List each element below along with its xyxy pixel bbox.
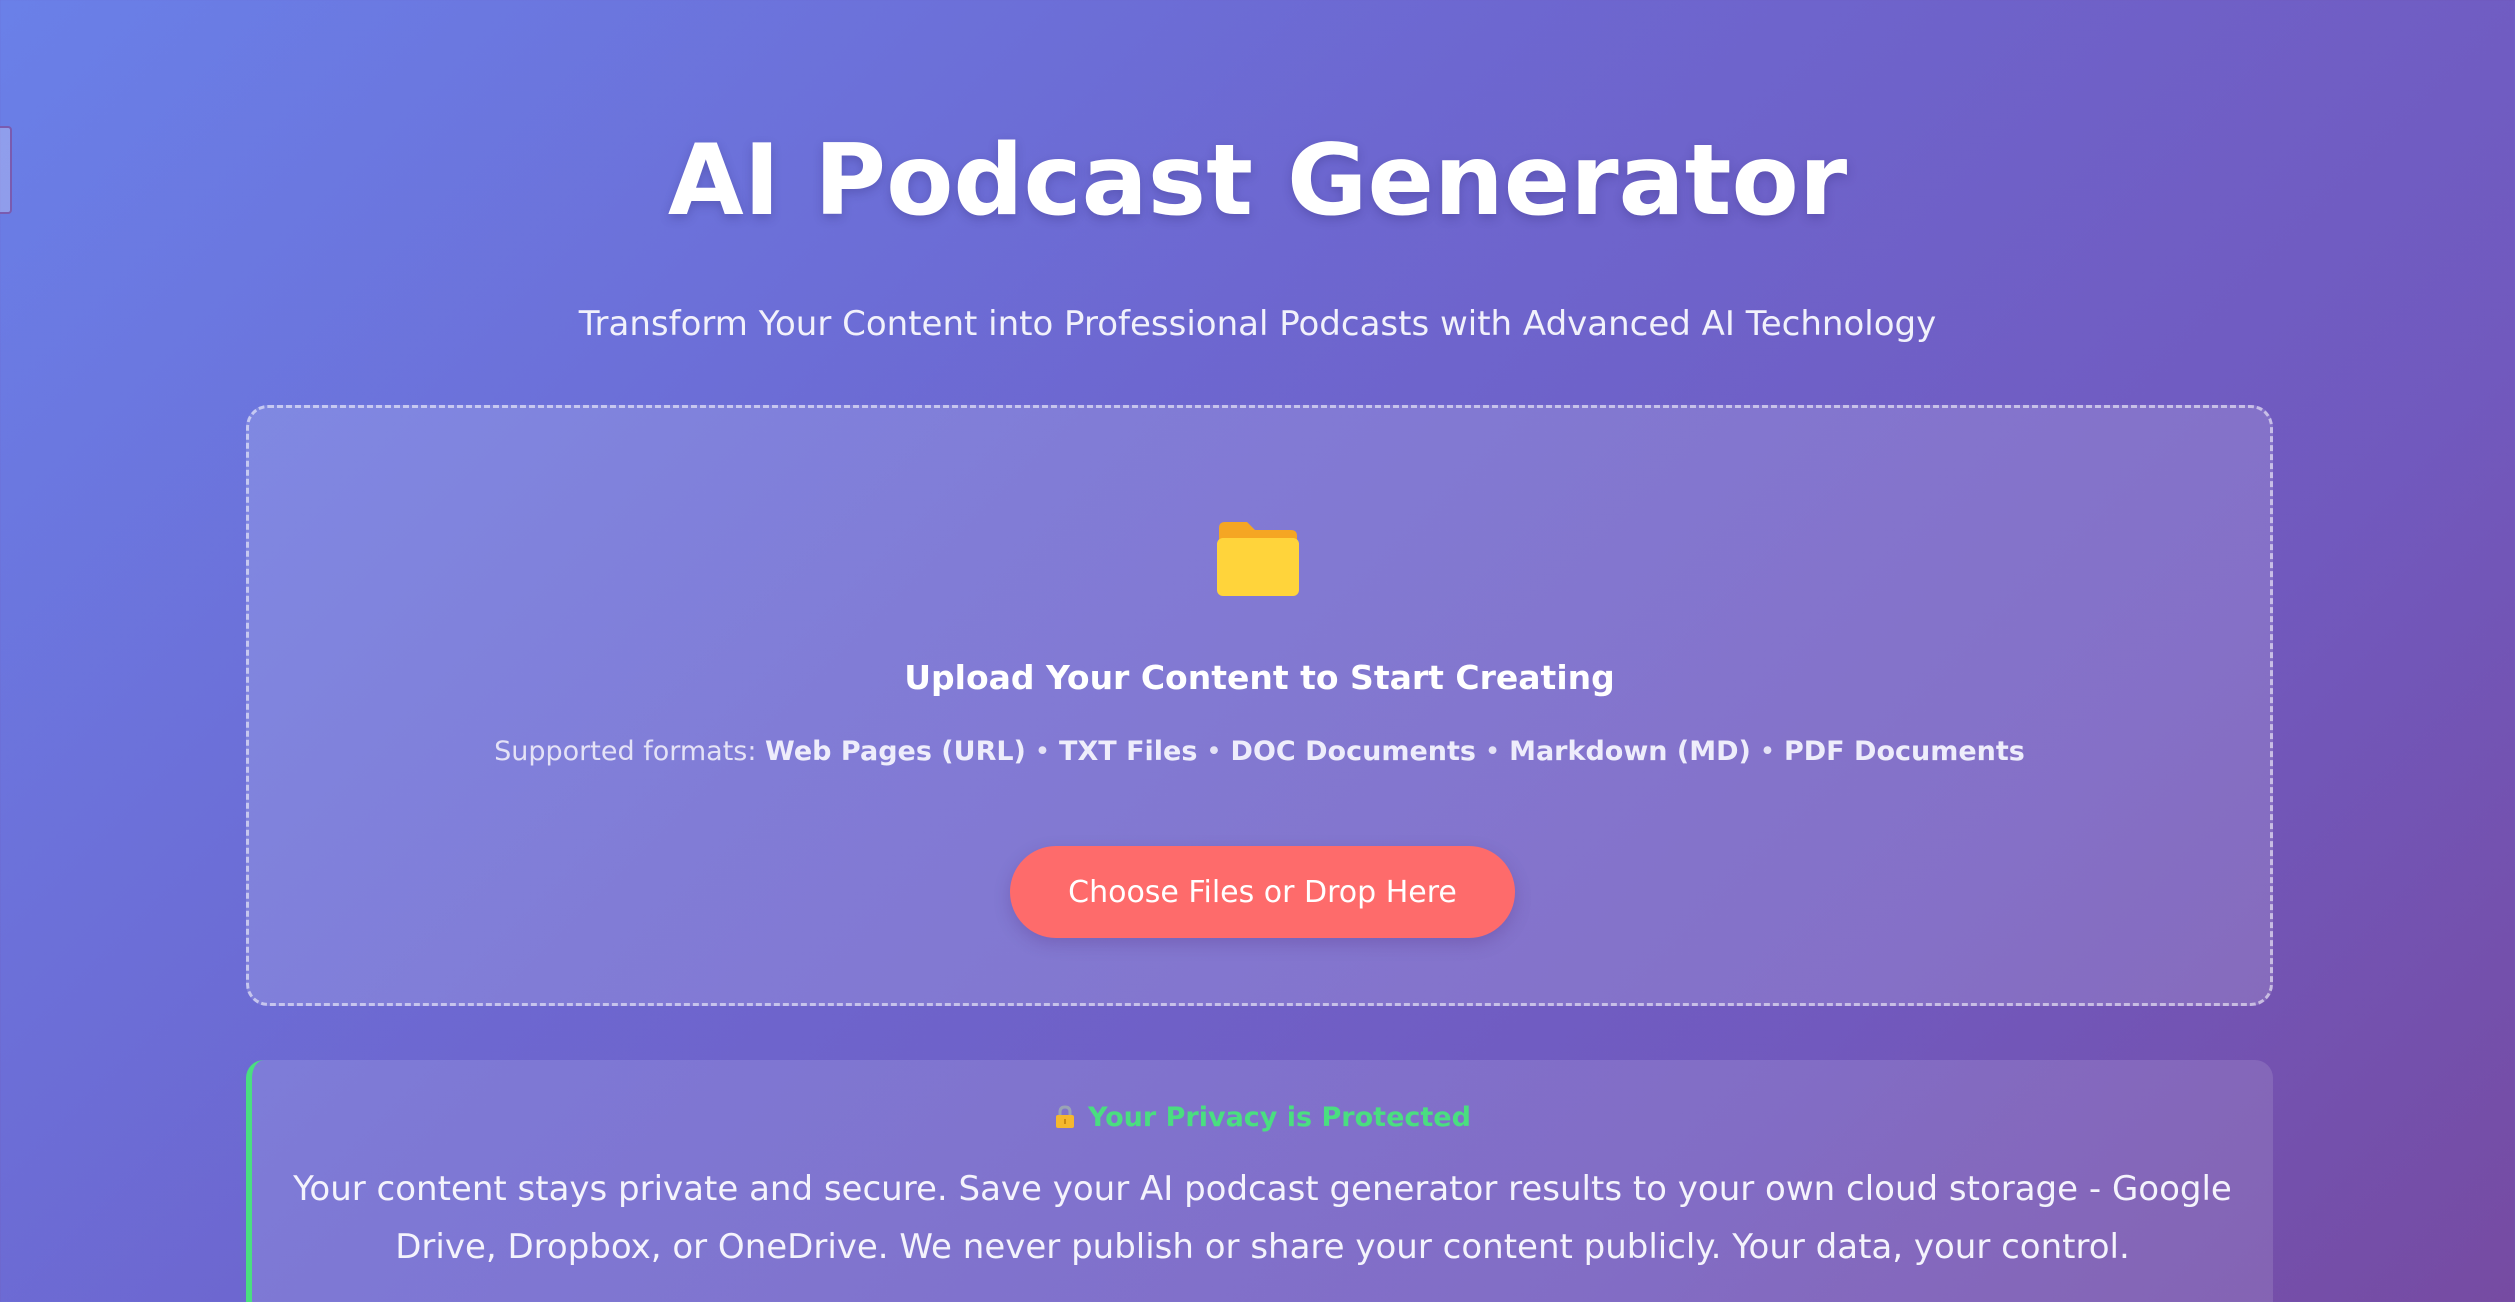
folder-icon	[1217, 522, 1299, 596]
format-item: TXT Files	[1059, 736, 1198, 767]
choose-files-button[interactable]: Choose Files or Drop Here	[1010, 846, 1515, 938]
format-item: Web Pages (URL)	[765, 736, 1026, 767]
format-separator: •	[1034, 736, 1051, 767]
format-separator: •	[1759, 736, 1776, 767]
privacy-heading-text: Your Privacy is Protected	[1088, 1102, 1471, 1133]
privacy-text: Your content stays private and secure. S…	[293, 1169, 2232, 1267]
upload-dropzone[interactable]: Upload Your Content to Start Creating Su…	[246, 405, 2273, 1006]
format-separator: •	[1484, 736, 1501, 767]
format-item: PDF Documents	[1783, 736, 2025, 767]
upload-heading: Upload Your Content to Start Creating	[904, 658, 1615, 697]
formats-prefix: Supported formats:	[494, 736, 757, 767]
privacy-notice: Your Privacy is Protected Your content s…	[246, 1060, 2273, 1302]
lock-icon	[1056, 1105, 1075, 1128]
page-subtitle: Transform Your Content into Professional…	[578, 304, 1937, 344]
format-item: Markdown (MD)	[1509, 736, 1751, 767]
format-item: DOC Documents	[1230, 736, 1476, 767]
page-title: AI Podcast Generator	[667, 124, 1848, 238]
privacy-heading: Your Privacy is Protected	[252, 1102, 2273, 1133]
supported-formats: Supported formats: Web Pages (URL) • TXT…	[249, 736, 2270, 767]
format-separator: •	[1206, 736, 1222, 767]
